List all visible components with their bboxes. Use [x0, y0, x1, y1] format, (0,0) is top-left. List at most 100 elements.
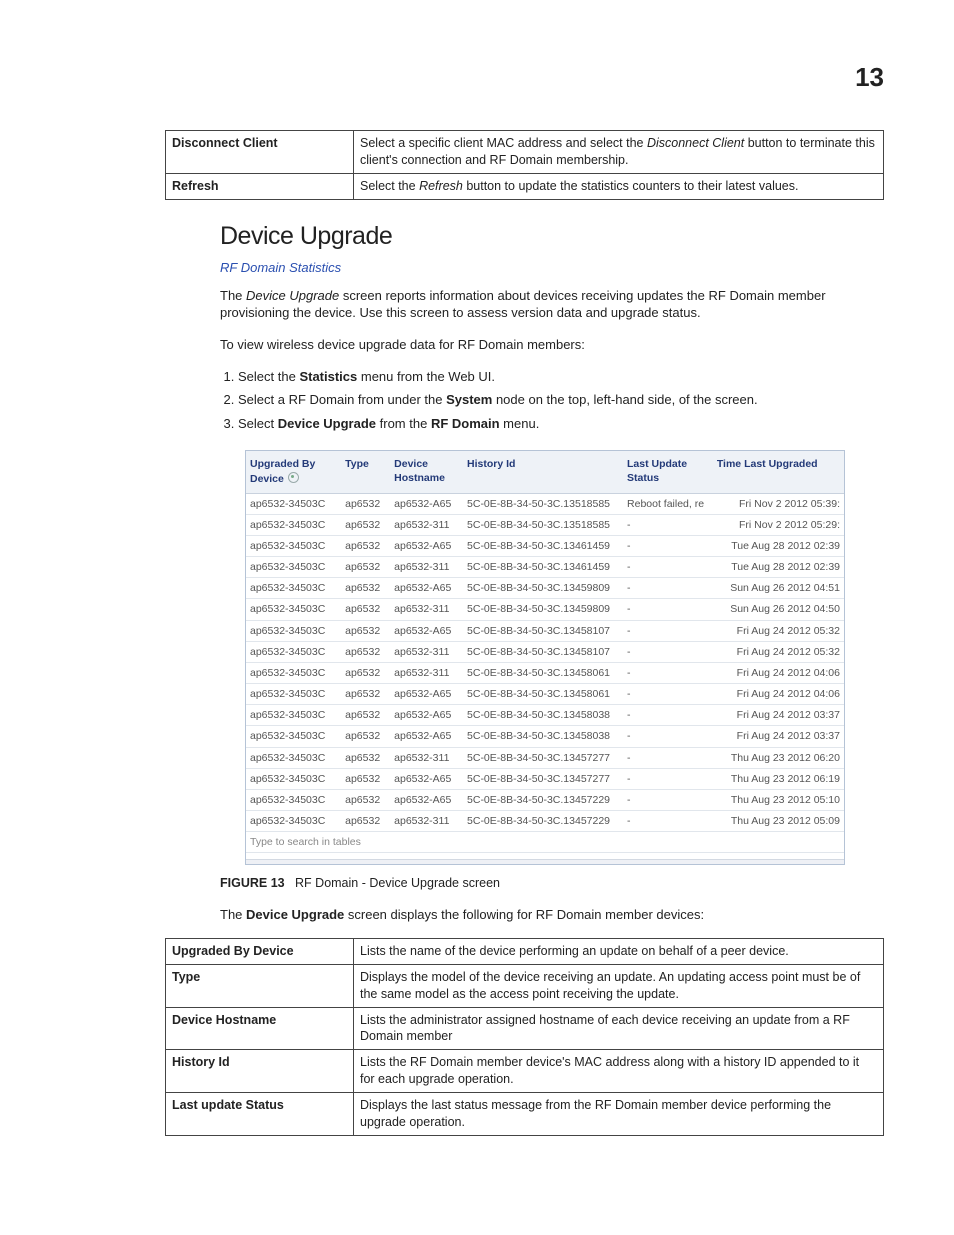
col-history-id[interactable]: History Id — [463, 451, 623, 493]
cell: ap6532 — [341, 747, 390, 768]
cell: Fri Aug 24 2012 05:32 — [713, 620, 844, 641]
table-header-row: Upgraded By Device Type Device Hostname … — [246, 451, 844, 493]
cell: ap6532-A65 — [390, 578, 463, 599]
cell: 5C-0E-8B-34-50-3C.13461459 — [463, 535, 623, 556]
table-row[interactable]: ap6532-34503Cap6532ap6532-3115C-0E-8B-34… — [246, 747, 844, 768]
lead-paragraph: To view wireless device upgrade data for… — [220, 336, 884, 354]
cell: - — [623, 641, 713, 662]
table-row[interactable]: ap6532-34503Cap6532ap6532-3115C-0E-8B-34… — [246, 557, 844, 578]
device-upgrade-table: Upgraded By Device Type Device Hostname … — [246, 451, 844, 832]
col-hostname[interactable]: Device Hostname — [390, 451, 463, 493]
table-row[interactable]: ap6532-34503Cap6532ap6532-A655C-0E-8B-34… — [246, 493, 844, 514]
table-row[interactable]: ap6532-34503Cap6532ap6532-A655C-0E-8B-34… — [246, 768, 844, 789]
cell: ap6532 — [341, 789, 390, 810]
cell: ap6532 — [341, 493, 390, 514]
cell: ap6532-A65 — [390, 620, 463, 641]
cell: ap6532 — [341, 726, 390, 747]
rf-domain-link[interactable]: RF Domain Statistics — [220, 259, 884, 277]
cell: Tue Aug 28 2012 02:39 — [713, 557, 844, 578]
cell: ap6532-34503C — [246, 789, 341, 810]
table-row[interactable]: ap6532-34503Cap6532ap6532-A655C-0E-8B-34… — [246, 535, 844, 556]
cell: ap6532 — [341, 514, 390, 535]
table-row[interactable]: ap6532-34503Cap6532ap6532-3115C-0E-8B-34… — [246, 662, 844, 683]
cell: - — [623, 726, 713, 747]
cell: Tue Aug 28 2012 02:39 — [713, 535, 844, 556]
col-last-update[interactable]: Last Update Status — [623, 451, 713, 493]
cell: ap6532-311 — [390, 514, 463, 535]
list-item: Select the Statistics menu from the Web … — [238, 368, 884, 386]
col-time-last[interactable]: Time Last Upgraded — [713, 451, 844, 493]
term-cell: Disconnect Client — [166, 131, 354, 174]
cell: Fri Aug 24 2012 04:06 — [713, 684, 844, 705]
table-row: Disconnect Client Select a specific clie… — [166, 131, 884, 174]
cell: 5C-0E-8B-34-50-3C.13458038 — [463, 705, 623, 726]
cell: - — [623, 684, 713, 705]
cell: ap6532-A65 — [390, 684, 463, 705]
table-row[interactable]: ap6532-34503Cap6532ap6532-A655C-0E-8B-34… — [246, 789, 844, 810]
table-row[interactable]: ap6532-34503Cap6532ap6532-3115C-0E-8B-34… — [246, 811, 844, 832]
term-cell: Device Hostname — [166, 1007, 354, 1050]
cell: - — [623, 514, 713, 535]
cell: 5C-0E-8B-34-50-3C.13457277 — [463, 747, 623, 768]
cell: 5C-0E-8B-34-50-3C.13461459 — [463, 557, 623, 578]
table-row: Last update StatusDisplays the last stat… — [166, 1093, 884, 1136]
cell: ap6532 — [341, 620, 390, 641]
table-row[interactable]: ap6532-34503Cap6532ap6532-A655C-0E-8B-34… — [246, 726, 844, 747]
cell: Fri Nov 2 2012 05:39: — [713, 493, 844, 514]
post-figure-text: The Device Upgrade screen displays the f… — [220, 906, 884, 924]
steps-list: Select the Statistics menu from the Web … — [238, 368, 884, 433]
table-row[interactable]: ap6532-34503Cap6532ap6532-A655C-0E-8B-34… — [246, 578, 844, 599]
cell: - — [623, 789, 713, 810]
cell: Thu Aug 23 2012 05:10 — [713, 789, 844, 810]
cell: ap6532-34503C — [246, 684, 341, 705]
cell: ap6532-A65 — [390, 535, 463, 556]
cell: ap6532-311 — [390, 599, 463, 620]
screenshot-figure: Upgraded By Device Type Device Hostname … — [245, 450, 845, 865]
cell: 5C-0E-8B-34-50-3C.13459809 — [463, 578, 623, 599]
cell: ap6532 — [341, 662, 390, 683]
cell: ap6532-311 — [390, 747, 463, 768]
col-type[interactable]: Type — [341, 451, 390, 493]
cell: 5C-0E-8B-34-50-3C.13459809 — [463, 599, 623, 620]
cell: ap6532-34503C — [246, 768, 341, 789]
figure-caption: FIGURE 13 RF Domain - Device Upgrade scr… — [220, 875, 884, 892]
cell: ap6532 — [341, 641, 390, 662]
cell: ap6532-34503C — [246, 726, 341, 747]
cell: Reboot failed, re — [623, 493, 713, 514]
col-upgraded-by[interactable]: Upgraded By Device — [246, 451, 341, 493]
cell: ap6532-A65 — [390, 768, 463, 789]
table-row[interactable]: ap6532-34503Cap6532ap6532-3115C-0E-8B-34… — [246, 514, 844, 535]
cell: ap6532-34503C — [246, 514, 341, 535]
cell: ap6532-A65 — [390, 726, 463, 747]
cell: - — [623, 578, 713, 599]
cell: 5C-0E-8B-34-50-3C.13458038 — [463, 726, 623, 747]
desc-cell: Lists the administrator assigned hostnam… — [354, 1007, 884, 1050]
table-row[interactable]: ap6532-34503Cap6532ap6532-A655C-0E-8B-34… — [246, 684, 844, 705]
cell: 5C-0E-8B-34-50-3C.13458107 — [463, 620, 623, 641]
cell: - — [623, 811, 713, 832]
table-search-input[interactable]: Type to search in tables — [246, 832, 844, 853]
section-title: Device Upgrade — [220, 220, 884, 254]
cell: ap6532-34503C — [246, 599, 341, 620]
table-row[interactable]: ap6532-34503Cap6532ap6532-3115C-0E-8B-34… — [246, 599, 844, 620]
cell: ap6532-34503C — [246, 641, 341, 662]
table-row[interactable]: ap6532-34503Cap6532ap6532-3115C-0E-8B-34… — [246, 641, 844, 662]
cell: Fri Aug 24 2012 03:37 — [713, 726, 844, 747]
cell: Sun Aug 26 2012 04:51 — [713, 578, 844, 599]
cell: 5C-0E-8B-34-50-3C.13458061 — [463, 662, 623, 683]
cell: ap6532-A65 — [390, 705, 463, 726]
cell: ap6532 — [341, 578, 390, 599]
cell: ap6532-311 — [390, 662, 463, 683]
cell: 5C-0E-8B-34-50-3C.13518585 — [463, 493, 623, 514]
table-row[interactable]: ap6532-34503Cap6532ap6532-A655C-0E-8B-34… — [246, 705, 844, 726]
desc-cell: Displays the model of the device receivi… — [354, 964, 884, 1007]
table-row[interactable]: ap6532-34503Cap6532ap6532-A655C-0E-8B-34… — [246, 620, 844, 641]
cell: - — [623, 620, 713, 641]
cell: Thu Aug 23 2012 06:19 — [713, 768, 844, 789]
cell: Fri Aug 24 2012 05:32 — [713, 641, 844, 662]
cell: Thu Aug 23 2012 05:09 — [713, 811, 844, 832]
term-cell: Last update Status — [166, 1093, 354, 1136]
cell: Fri Aug 24 2012 03:37 — [713, 705, 844, 726]
desc-cell: Select a specific client MAC address and… — [354, 131, 884, 174]
cell: ap6532-311 — [390, 641, 463, 662]
